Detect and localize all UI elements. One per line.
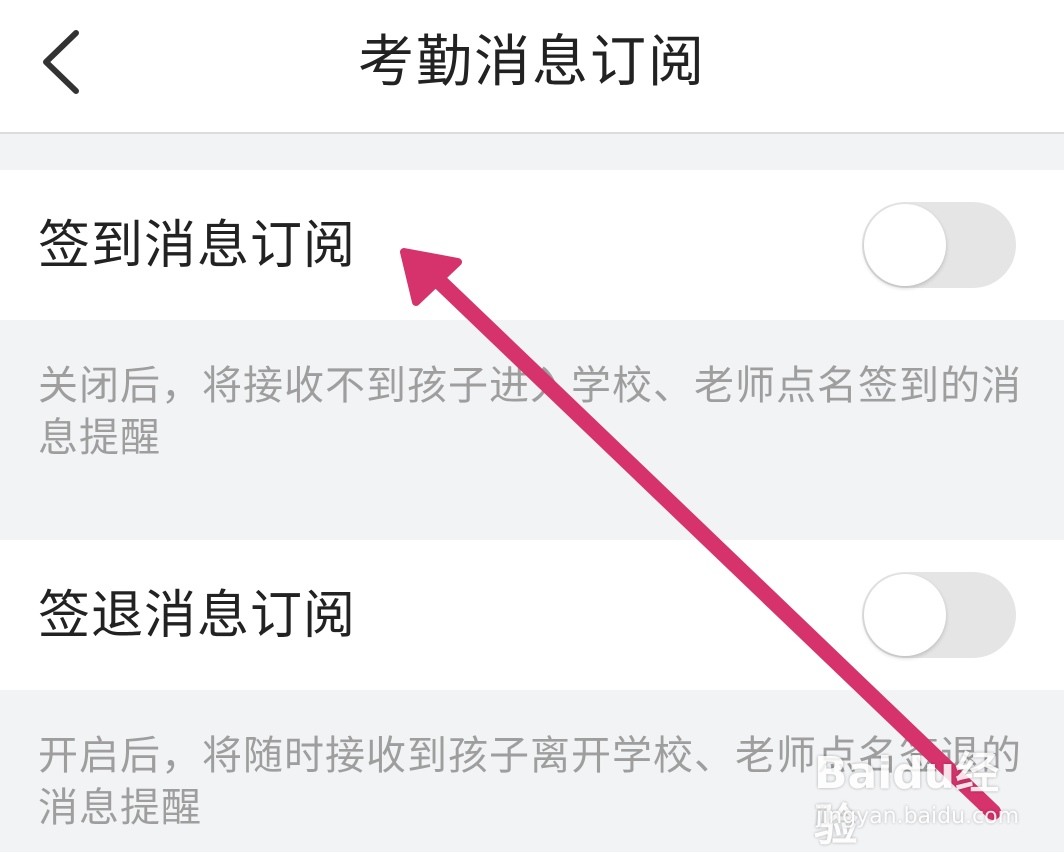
baidu-watermark: Baidu经验 jingyan.baidu.com: [814, 748, 1019, 851]
toggle-knob: [864, 574, 946, 656]
watermark-brand: Baidu经验: [814, 748, 1000, 851]
checkin-subscription-label: 签到消息订阅: [38, 216, 357, 276]
checkin-subscription-toggle[interactable]: [862, 202, 1016, 288]
navigation-bar: 考勤消息订阅: [0, 0, 1064, 134]
checkout-subscription-row: 签退消息订阅: [0, 540, 1064, 690]
checkin-subscription-row: 签到消息订阅: [0, 170, 1064, 320]
checkout-subscription-label: 签退消息订阅: [38, 586, 357, 646]
checkout-subscription-toggle[interactable]: [862, 572, 1016, 658]
checkin-subscription-description: 关闭后，将接收不到孩子进入学校、老师点名签到的消息提醒: [38, 363, 1022, 461]
page-title: 考勤消息订阅: [358, 30, 706, 95]
watermark-url: jingyan.baidu.com: [816, 804, 1020, 829]
toggle-knob: [864, 204, 946, 286]
